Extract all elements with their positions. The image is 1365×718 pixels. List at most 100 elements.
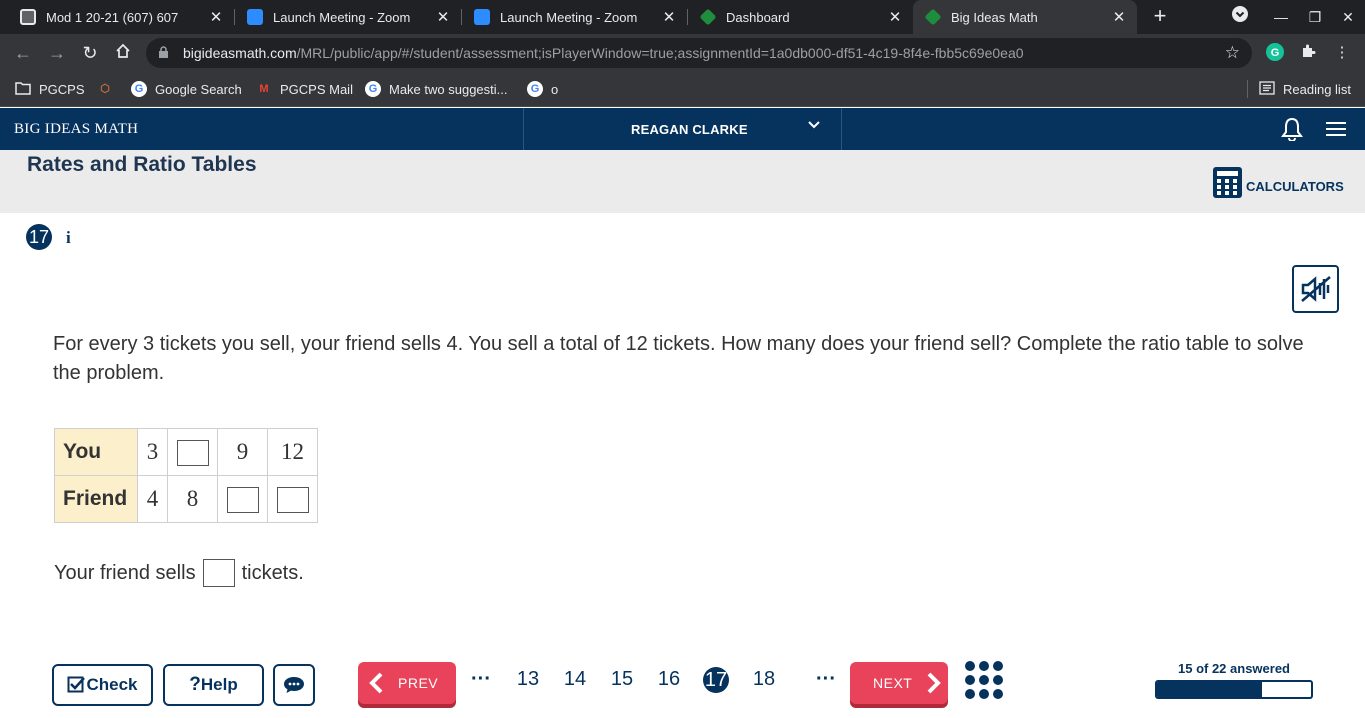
google-icon: G <box>131 81 147 97</box>
close-tab-icon[interactable]: ✕ <box>883 8 907 26</box>
forward-icon[interactable]: → <box>45 41 69 65</box>
extensions-icon[interactable] <box>1298 43 1318 63</box>
reading-list-label: Reading list <box>1283 81 1351 97</box>
close-tab-icon[interactable]: ✕ <box>204 8 228 26</box>
lesson-bar: Rates and Ratio Tables CALCULATORS <box>0 150 1365 213</box>
page-15[interactable]: 15 <box>609 668 635 691</box>
gmail-icon: M <box>259 83 269 95</box>
hamburger-menu-icon[interactable] <box>1326 122 1346 136</box>
browser-tab-3[interactable]: Launch Meeting - Zoom ✕ <box>462 0 687 34</box>
bigideas-icon <box>924 8 942 26</box>
ratio-cell: 3 <box>137 428 168 476</box>
address-bar-row: ← → ↻ bigideasmath.com/MRL/public/app/#/… <box>0 34 1365 72</box>
chevron-right-icon <box>927 672 942 694</box>
close-tab-icon[interactable]: ✕ <box>431 8 455 26</box>
page-18[interactable]: 18 <box>751 668 777 691</box>
bookmark-label: PGCPS Mail <box>280 81 353 97</box>
close-tab-icon[interactable]: ✕ <box>657 8 681 26</box>
ratio-row-friend: Friend 4 8 <box>54 475 318 523</box>
page-17-current[interactable]: 17 <box>703 667 729 693</box>
pager-ellipsis-left[interactable]: ··· <box>468 668 494 691</box>
close-tab-icon[interactable]: ✕ <box>1107 8 1131 26</box>
close-window-icon[interactable]: ✕ <box>1336 6 1360 28</box>
page-13[interactable]: 13 <box>515 668 541 691</box>
browser-menu-icon[interactable]: ⋮ <box>1332 43 1352 63</box>
restore-icon[interactable]: ❐ <box>1303 6 1327 28</box>
bookmark-extension[interactable]: ⬡ <box>97 80 121 98</box>
ratio-cell: 9 <box>217 428 268 476</box>
pager-ellipsis-right[interactable]: ··· <box>813 668 839 691</box>
chat-bubble-icon <box>284 677 304 693</box>
omnibox[interactable]: bigideasmath.com/MRL/public/app/#/studen… <box>146 38 1252 68</box>
page-14[interactable]: 14 <box>562 668 588 691</box>
answer-input[interactable] <box>202 559 235 587</box>
ratio-cell-input <box>167 428 218 476</box>
browser-tab-active[interactable]: Big Ideas Math ✕ <box>913 0 1137 34</box>
back-icon[interactable]: ← <box>11 41 35 65</box>
calculators-button[interactable]: CALCULATORS <box>1213 167 1344 198</box>
prev-button[interactable]: PREV <box>358 662 456 704</box>
bookmark-star-icon[interactable]: ☆ <box>1225 43 1240 63</box>
bookmark-make-two[interactable]: G Make two suggesti... <box>365 80 508 98</box>
bell-icon[interactable] <box>1281 117 1303 142</box>
grammarly-icon[interactable]: G <box>1265 43 1285 63</box>
bookmark-o[interactable]: G o <box>527 80 558 98</box>
bookmark-label: Google Search <box>155 81 242 97</box>
chat-button[interactable] <box>273 664 315 706</box>
bookmarks-divider <box>1247 80 1248 98</box>
user-menu[interactable]: REAGAN CLARKE <box>523 108 842 150</box>
reading-list-icon <box>1259 81 1275 97</box>
new-tab-button[interactable]: + <box>1147 4 1173 30</box>
question-prompt: For every 3 tickets you sell, your frien… <box>53 333 1304 384</box>
audio-muted-icon[interactable] <box>1292 265 1339 313</box>
progress-label: 15 of 22 answered <box>1178 661 1290 676</box>
progress-bar-fill <box>1157 682 1262 697</box>
browser-tab-1[interactable]: Mod 1 20-21 (607) 607 ✕ <box>8 0 234 34</box>
dashboard-icon <box>699 8 717 26</box>
ratio-row-you: You 3 9 12 <box>54 428 318 476</box>
lock-icon[interactable] <box>158 46 170 58</box>
bookmark-label: Make two suggesti... <box>389 81 508 97</box>
reading-list-button[interactable]: Reading list <box>1259 80 1351 98</box>
tab-title: Dashboard <box>726 9 790 25</box>
check-button[interactable]: Check <box>52 664 153 706</box>
help-button[interactable]: ? Help <box>163 664 264 706</box>
zoom-icon <box>247 9 263 25</box>
bookmarks-bar: PGCPS ⬡ G Google Search M PGCPS Mail G M… <box>0 72 1365 107</box>
next-button[interactable]: NEXT <box>850 662 948 704</box>
ratio-table: You 3 9 12 Friend 4 8 <box>54 428 318 523</box>
browser-tab-4[interactable]: Dashboard ✕ <box>688 0 913 34</box>
lesson-title: Rates and Ratio Tables <box>27 153 257 176</box>
tab-search-icon[interactable] <box>1228 6 1252 28</box>
bookmark-pgcps-mail[interactable]: M PGCPS Mail <box>256 80 353 98</box>
info-icon[interactable]: i <box>66 228 71 248</box>
reload-icon[interactable]: ↻ <box>78 41 102 65</box>
minimize-icon[interactable]: — <box>1269 6 1293 28</box>
browser-tab-strip: Mod 1 20-21 (607) 607 ✕ Launch Meeting -… <box>0 0 1365 34</box>
tab-title: Big Ideas Math <box>951 9 1038 25</box>
ratio-cell: 8 <box>167 475 218 523</box>
calculator-icon <box>1213 167 1242 198</box>
answer-input[interactable] <box>226 486 259 513</box>
answer-input[interactable] <box>176 439 209 466</box>
bookmark-pgcps[interactable]: PGCPS <box>15 80 85 98</box>
home-icon[interactable] <box>111 41 135 65</box>
prev-label: PREV <box>398 675 439 691</box>
row-label-friend: Friend <box>54 475 138 523</box>
ratio-cell-input <box>217 475 268 523</box>
page-16[interactable]: 16 <box>656 668 682 691</box>
bookmark-label: o <box>551 81 559 97</box>
row-label-you: You <box>54 428 138 476</box>
checkbox-check-icon <box>67 676 86 693</box>
chevron-down-icon <box>808 118 820 132</box>
brand-logo[interactable]: BIG IDEAS MATH <box>14 121 138 138</box>
browser-tab-2[interactable]: Launch Meeting - Zoom ✕ <box>235 0 461 34</box>
tab-title: Mod 1 20-21 (607) 607 <box>46 9 179 25</box>
question-number-badge: 17 <box>26 224 52 250</box>
next-label: NEXT <box>873 675 913 691</box>
url-text[interactable]: bigideasmath.com/MRL/public/app/#/studen… <box>183 45 1024 61</box>
question-grid-icon[interactable] <box>965 661 1003 699</box>
answer-input[interactable] <box>276 486 309 513</box>
tab-title: Launch Meeting - Zoom <box>273 9 411 25</box>
bookmark-google-search[interactable]: G Google Search <box>131 80 242 98</box>
